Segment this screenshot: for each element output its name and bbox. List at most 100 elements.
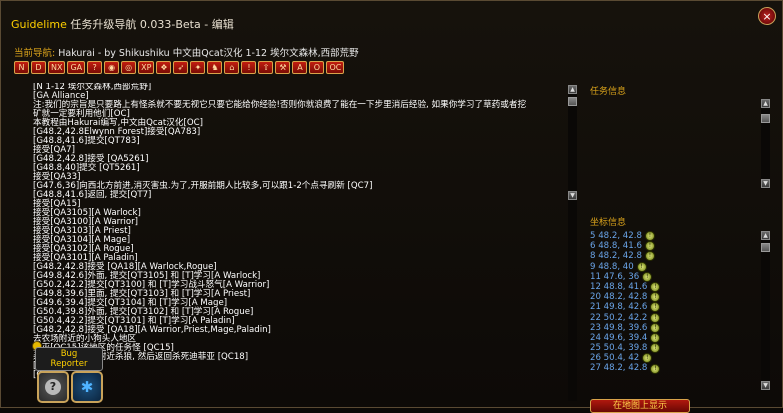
coord-row[interactable]: 9 48.8, 40! xyxy=(590,262,758,272)
toolbar-hearth-icon[interactable]: ✦ xyxy=(190,61,206,74)
waypoint-icon: ! xyxy=(650,302,661,313)
coord-row[interactable]: 5 48.2, 42.8! xyxy=(590,231,758,242)
toolbar-letter-n[interactable]: N xyxy=(14,61,29,74)
toolbar-letter-nx[interactable]: NX xyxy=(48,61,66,74)
window-title: Guidelime 任务升级导航 0.033-Beta - 编辑 xyxy=(11,16,234,32)
coord-row[interactable]: 22 50.2, 42.2! xyxy=(590,313,758,323)
coords-scroll-up-arrow[interactable]: ▲ xyxy=(761,231,770,240)
toolbar-letter-ga[interactable]: GA xyxy=(67,61,86,74)
coord-text: 21 49.8, 42.6 xyxy=(590,302,648,313)
toolbar-question-icon[interactable]: ? xyxy=(87,61,103,74)
guide-step-line: 杀[QC18]去营地附近杀狼, 然后返回杀死迪菲亚 [QC18] xyxy=(33,352,249,362)
toolbar-accept-icon[interactable]: ◉ xyxy=(104,61,120,74)
help-button[interactable]: ? xyxy=(37,371,69,403)
guide-step-line: [N 1-12 埃尔文森林,西部荒野] xyxy=(33,83,152,92)
guide-text-editor[interactable]: [N 1-12 埃尔文森林,西部荒野] [GA Alliance] 注:我们的宗旨是… xyxy=(33,83,561,401)
waypoint-icon: ! xyxy=(650,292,661,303)
coord-text: 22 50.2, 42.2 xyxy=(590,312,648,323)
current-guide-value: Hakurai - by Shikushiku 中文由Qcat汉化 1-12 埃… xyxy=(58,48,359,59)
waypoint-icon: ! xyxy=(650,343,661,354)
toolbar-train-icon[interactable]: ⇧ xyxy=(258,61,274,74)
coord-text: 24 49.6, 39.4 xyxy=(590,332,648,343)
scroll-down-arrow[interactable]: ▼ xyxy=(568,191,577,200)
editor-scrollbar[interactable]: ▲ ▼ xyxy=(568,85,577,401)
coord-row[interactable]: 12 48.8, 41.6! xyxy=(590,281,758,293)
quest-info-title: 任务信息 xyxy=(590,87,627,97)
quest-scroll-up-arrow[interactable]: ▲ xyxy=(761,99,770,108)
coord-text: 26 50.4, 42 xyxy=(590,353,640,364)
toolbar-complete-icon[interactable]: ◎ xyxy=(121,61,137,74)
toolbar-letter-d[interactable]: D xyxy=(31,61,46,74)
coord-row[interactable]: 8 48.2, 42.8! xyxy=(590,251,758,262)
waypoint-icon: ! xyxy=(644,231,655,242)
tooltip-line2: Reporter xyxy=(50,359,88,369)
waypoint-icon: ! xyxy=(650,363,661,374)
guidelime-editor-window: Guidelime 任务升级导航 0.033-Beta - 编辑 × 当前导航:… xyxy=(0,0,783,413)
waypoint-icon: ! xyxy=(644,251,655,262)
guide-step-line: [QC33] xyxy=(33,362,561,371)
coords-scroll-thumb[interactable] xyxy=(761,243,770,252)
coord-row[interactable]: 23 49.8, 39.6! xyxy=(590,323,758,333)
guide-step-line: [G48.8,41.6]返回, 提交[QT7] xyxy=(33,190,152,200)
waypoint-icon: ! xyxy=(650,332,661,343)
coord-text: 5 48.2, 42.8 xyxy=(590,231,642,241)
current-guide-label: 当前导航: xyxy=(14,48,56,59)
toolbar-xp-icon[interactable]: XP xyxy=(138,61,155,74)
coord-text: 27 48.2, 42.8 xyxy=(590,363,648,374)
quest-scroll-down-arrow[interactable]: ▼ xyxy=(761,179,770,188)
coord-text: 9 48.8, 40 xyxy=(590,261,634,272)
quest-scroll-thumb[interactable] xyxy=(761,114,770,123)
guide-step-line: [G48.8,41.6]提交[QT783] xyxy=(33,136,140,146)
tooltip-line1: Bug xyxy=(60,349,78,359)
guide-step-line: [QT18] xyxy=(33,371,561,380)
coords-info-title: 坐标信息 xyxy=(590,218,627,228)
waypoint-icon: ! xyxy=(642,271,653,282)
scroll-up-arrow[interactable]: ▲ xyxy=(568,85,577,94)
coord-row[interactable]: 11 47.6, 36! xyxy=(590,272,758,282)
insert-toolbar: N D NX GA? ◉ ◎ XP ❖ ➶ ✦ ♞ ⌂! ⇧ ⚒ A O OC xyxy=(14,61,345,74)
coord-row[interactable]: 25 50.4, 39.8! xyxy=(590,343,758,354)
close-button[interactable]: × xyxy=(758,7,776,25)
waypoint-icon: ! xyxy=(644,241,655,252)
coord-text: 12 48.8, 41.6 xyxy=(590,281,648,292)
waypoint-icon: ! xyxy=(650,312,661,323)
toolbar-letter-a[interactable]: A xyxy=(292,61,308,74)
addon-name: Guidelime xyxy=(11,18,67,31)
toolbar-letter-oc[interactable]: OC xyxy=(326,61,345,74)
waypoint-icon: ! xyxy=(650,282,661,293)
coord-text: 23 49.8, 39.6 xyxy=(590,322,648,333)
quest-info-scrollbar[interactable]: ▲ ▼ xyxy=(761,99,770,189)
show-on-map-button[interactable]: 在地图上显示 xyxy=(590,399,690,413)
bug-icon: ✱ xyxy=(80,378,94,396)
waypoint-icon: ! xyxy=(642,353,653,364)
toolbar-fly-icon[interactable]: ♞ xyxy=(207,61,223,74)
question-icon: ? xyxy=(45,379,61,395)
coord-row[interactable]: 6 48.8, 41.6! xyxy=(590,241,758,252)
bug-reporter-button[interactable]: ✱ xyxy=(71,371,103,403)
waypoint-icon: ! xyxy=(650,322,661,333)
toolbar-skill-icon[interactable]: ⚒ xyxy=(275,61,291,74)
coord-row[interactable]: 26 50.4, 42! xyxy=(590,353,758,364)
coord-row[interactable]: 21 49.8, 42.6! xyxy=(590,302,758,313)
window-subtitle: 任务升级导航 0.033-Beta - 编辑 xyxy=(70,18,234,31)
coords-scrollbar[interactable]: ▲ ▼ xyxy=(761,231,770,391)
coords-list: 5 48.2, 42.8! 6 48.8, 41.6! 8 48.2, 42.8! 9… xyxy=(590,231,758,374)
toolbar-letter-o[interactable]: O xyxy=(309,61,325,74)
coord-text: 11 47.6, 36 xyxy=(590,271,640,282)
bug-reporter-tooltip: Bug Reporter xyxy=(35,347,103,371)
coord-row[interactable]: 20 48.2, 42.8! xyxy=(590,292,758,303)
toolbar-turnin-icon[interactable]: ❖ xyxy=(156,61,172,74)
coord-text: 20 48.2, 42.8 xyxy=(590,292,648,303)
waypoint-icon: ! xyxy=(636,261,647,272)
guide-step-line: [G48.8,40]提交 [QT5261] xyxy=(33,163,140,173)
toolbar-goto-icon[interactable]: ➶ xyxy=(173,61,189,74)
coord-text: 8 48.2, 42.8 xyxy=(590,251,642,262)
current-guide: 当前导航: Hakurai - by Shikushiku 中文由Qcat汉化 … xyxy=(14,45,359,59)
coords-scroll-down-arrow[interactable]: ▼ xyxy=(761,381,770,390)
coord-row[interactable]: 24 49.6, 39.4! xyxy=(590,333,758,343)
coord-text: 6 48.8, 41.6 xyxy=(590,241,642,252)
coord-row[interactable]: 27 48.2, 42.8! xyxy=(590,363,758,374)
scroll-thumb[interactable] xyxy=(568,97,577,106)
toolbar-exclaim-icon[interactable]: ! xyxy=(241,61,257,74)
toolbar-home-icon[interactable]: ⌂ xyxy=(224,61,240,74)
